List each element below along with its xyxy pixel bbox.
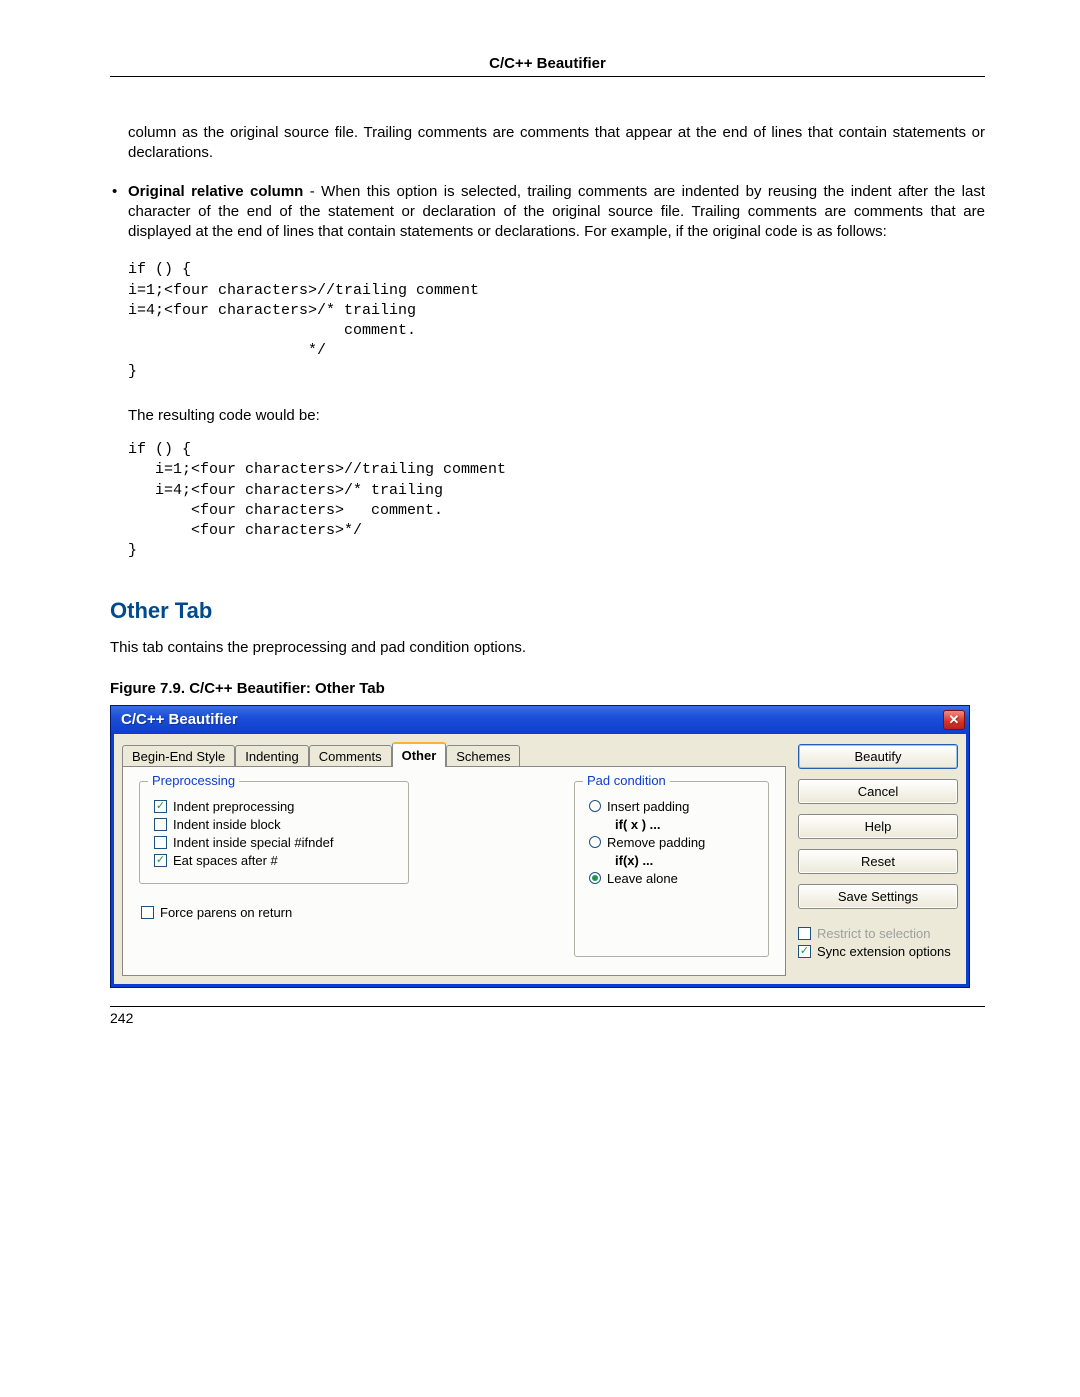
- reset-button[interactable]: Reset: [798, 849, 958, 874]
- figure-caption: Figure 7.9. C/C++ Beautifier: Other Tab: [110, 680, 985, 697]
- cancel-button[interactable]: Cancel: [798, 779, 958, 804]
- check-indent-preprocessing[interactable]: ✓ Indent preprocessing: [154, 799, 394, 814]
- code-block-original: if () { i=1;<four characters>//trailing …: [128, 260, 985, 382]
- check-label: Indent inside block: [173, 817, 281, 832]
- tab-strip: Begin-End Style Indenting Comments Other…: [122, 742, 786, 767]
- titlebar[interactable]: C/C++ Beautifier ✕: [111, 706, 969, 734]
- tab-other[interactable]: Other: [392, 742, 447, 767]
- continuation-paragraph: column as the original source file. Trai…: [110, 123, 985, 164]
- footer-rule: [110, 1006, 985, 1007]
- checkbox-icon: ✓: [154, 854, 167, 867]
- radio-label: Leave alone: [607, 871, 678, 886]
- check-label: Eat spaces after #: [173, 853, 278, 868]
- radio-icon: [589, 800, 601, 812]
- section-heading-other-tab: Other Tab: [110, 598, 985, 624]
- tab-panel-other: Preprocessing ✓ Indent preprocessing Ind…: [122, 766, 786, 976]
- radio-insert-padding[interactable]: Insert padding: [589, 799, 754, 814]
- pad-example-remove: if(x) ...: [615, 853, 754, 868]
- beautify-button[interactable]: Beautify: [798, 744, 958, 769]
- check-eat-spaces[interactable]: ✓ Eat spaces after #: [154, 853, 394, 868]
- radio-icon: [589, 872, 601, 884]
- radio-remove-padding[interactable]: Remove padding: [589, 835, 754, 850]
- check-label: Sync extension options: [817, 944, 951, 959]
- check-force-parens[interactable]: Force parens on return: [141, 905, 550, 920]
- check-sync-extension[interactable]: ✓ Sync extension options: [798, 944, 958, 959]
- radio-leave-alone[interactable]: Leave alone: [589, 871, 754, 886]
- save-settings-button[interactable]: Save Settings: [798, 884, 958, 909]
- radio-icon: [589, 836, 601, 848]
- checkbox-icon: [798, 927, 811, 940]
- resulting-label: The resulting code would be:: [110, 406, 985, 426]
- close-icon[interactable]: ✕: [943, 710, 965, 730]
- help-button[interactable]: Help: [798, 814, 958, 839]
- button-column: Beautify Cancel Help Reset Save Settings…: [798, 742, 958, 976]
- code-block-result: if () { i=1;<four characters>//trailing …: [128, 440, 985, 562]
- page-number: 242: [110, 1010, 985, 1026]
- tab-begin-end-style[interactable]: Begin-End Style: [122, 745, 235, 767]
- checkbox-icon: [154, 818, 167, 831]
- checkbox-icon: [141, 906, 154, 919]
- section-description: This tab contains the preprocessing and …: [110, 638, 985, 658]
- dialog-title: C/C++ Beautifier: [121, 711, 238, 728]
- check-indent-special-ifndef[interactable]: Indent inside special #ifndef: [154, 835, 394, 850]
- group-pad-condition: Pad condition Insert padding if( x ) ...…: [574, 781, 769, 957]
- check-restrict-selection: Restrict to selection: [798, 926, 958, 941]
- checkbox-icon: [154, 836, 167, 849]
- pad-example-insert: if( x ) ...: [615, 817, 754, 832]
- header-rule: [110, 76, 985, 77]
- group-title-preprocessing: Preprocessing: [148, 773, 239, 788]
- check-indent-inside-block[interactable]: Indent inside block: [154, 817, 394, 832]
- tab-indenting[interactable]: Indenting: [235, 745, 309, 767]
- group-title-pad: Pad condition: [583, 773, 670, 788]
- page-header: C/C++ Beautifier: [110, 55, 985, 72]
- check-label: Indent inside special #ifndef: [173, 835, 333, 850]
- check-label: Force parens on return: [160, 905, 292, 920]
- tab-schemes[interactable]: Schemes: [446, 745, 520, 767]
- dialog-beautifier: C/C++ Beautifier ✕ Begin-End Style Inden…: [110, 705, 970, 988]
- bullet-original-relative-column: Original relative column - When this opt…: [110, 182, 985, 243]
- checkbox-icon: ✓: [798, 945, 811, 958]
- checkbox-icon: ✓: [154, 800, 167, 813]
- check-label: Indent preprocessing: [173, 799, 294, 814]
- radio-label: Insert padding: [607, 799, 689, 814]
- group-preprocessing: Preprocessing ✓ Indent preprocessing Ind…: [139, 781, 409, 884]
- check-label: Restrict to selection: [817, 926, 930, 941]
- radio-label: Remove padding: [607, 835, 705, 850]
- tab-comments[interactable]: Comments: [309, 745, 392, 767]
- bullet-bold: Original relative column: [128, 183, 303, 200]
